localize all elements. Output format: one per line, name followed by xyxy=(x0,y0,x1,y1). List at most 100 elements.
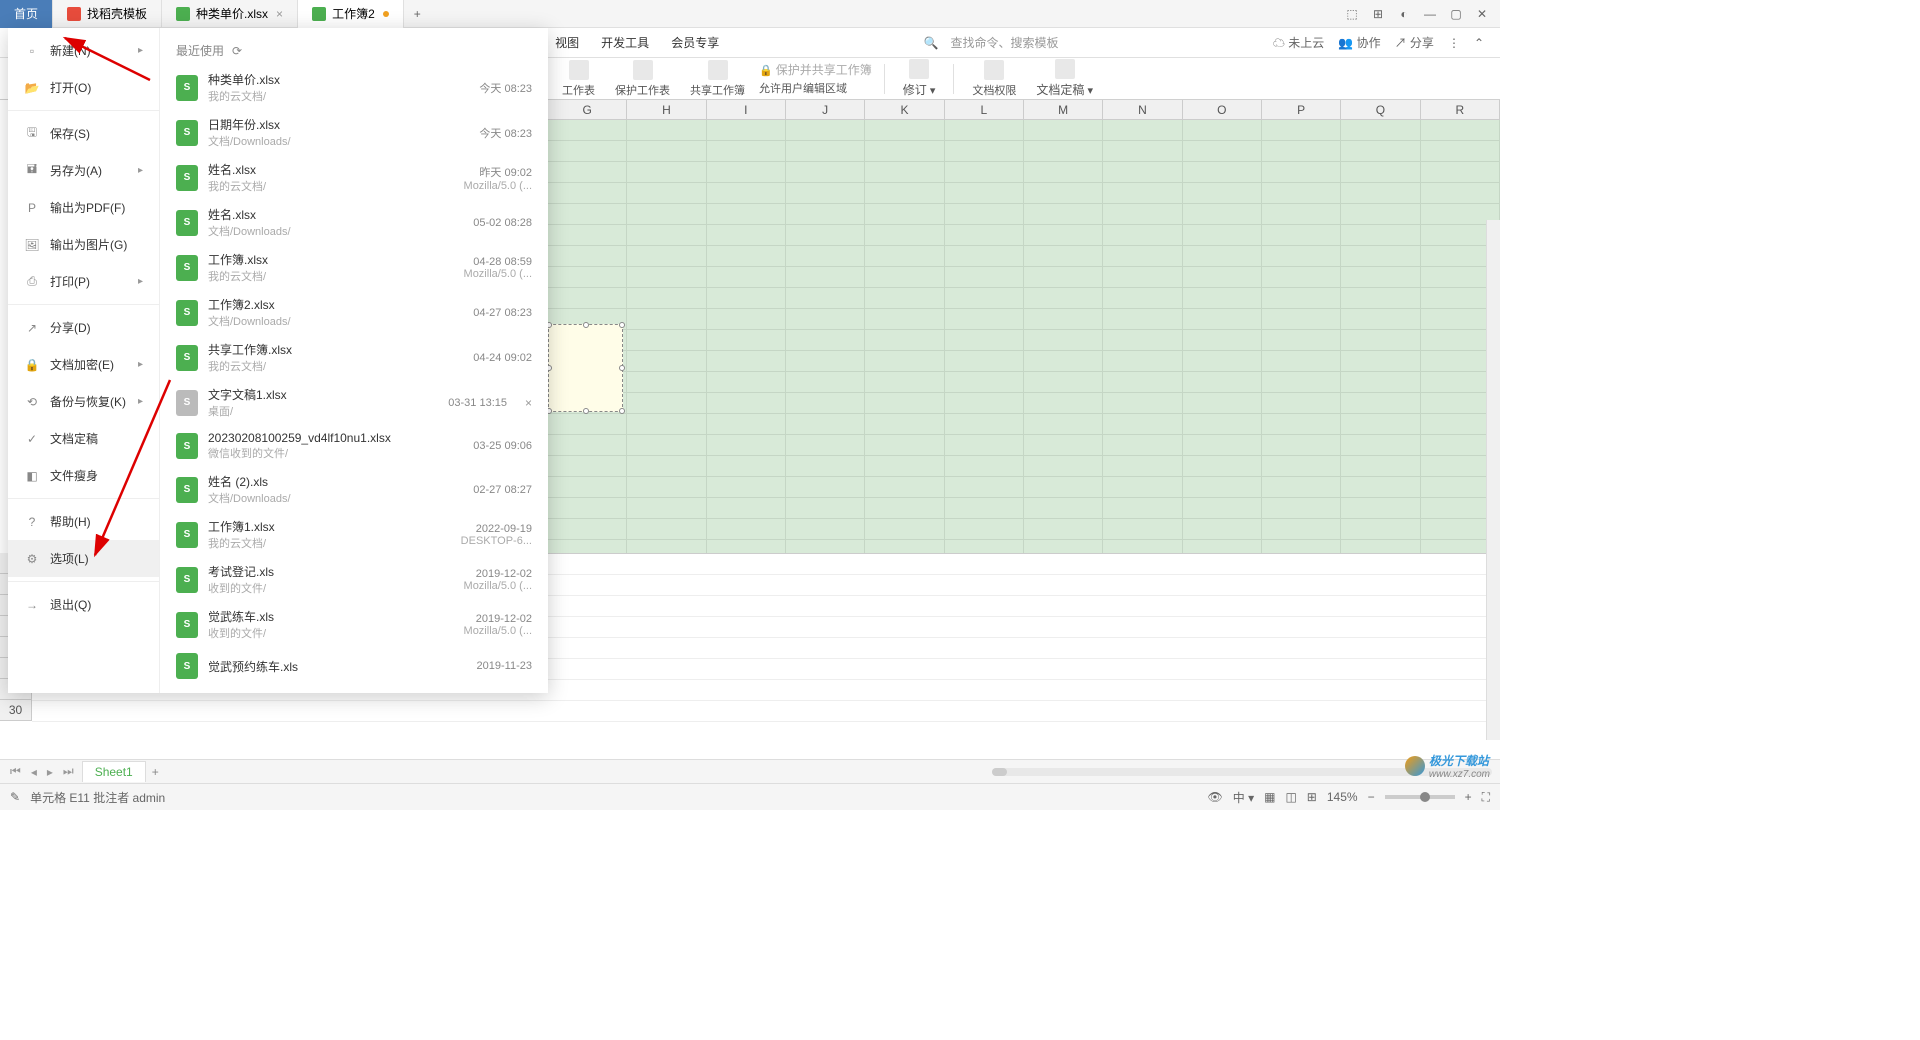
first-sheet-button[interactable]: ⏮ xyxy=(8,764,23,779)
apps-icon[interactable]: ⊞ xyxy=(1370,6,1386,22)
menu-exit[interactable]: →退出(Q) xyxy=(8,586,159,623)
recent-file-item[interactable]: S 姓名 (2).xls 文档/Downloads/ 02-27 08:27 xyxy=(172,467,536,512)
doc-status-icon[interactable]: ✎ xyxy=(10,790,20,804)
collapse-ribbon-icon[interactable]: ⌃ xyxy=(1474,36,1484,50)
remove-recent-icon[interactable]: × xyxy=(525,396,532,410)
maximize-button[interactable]: ▢ xyxy=(1448,6,1464,22)
recent-file-item[interactable]: S 觉武练车.xls 收到的文件/ 2019-12-02 Mozilla/5.0… xyxy=(172,602,536,647)
zoom-out-button[interactable]: − xyxy=(1368,790,1375,804)
menu-encrypt[interactable]: 🔒文档加密(E)▸ xyxy=(8,346,159,383)
column-headers: G H I J K L M N O P Q R xyxy=(548,100,1500,120)
tab-template[interactable]: 找稻壳模板 xyxy=(53,0,162,28)
menu-open[interactable]: 📂打开(O) xyxy=(8,69,159,106)
col-header[interactable]: H xyxy=(627,100,706,119)
recent-file-item[interactable]: S 姓名.xlsx 文档/Downloads/ 05-02 08:28 xyxy=(172,200,536,245)
recent-file-item[interactable]: S 20230208100259_vd4lf10nu1.xlsx 微信收到的文件… xyxy=(172,425,536,467)
search-placeholder[interactable]: 查找命令、搜索模板 xyxy=(951,34,1059,51)
next-sheet-button[interactable]: ▸ xyxy=(45,765,55,779)
menu-image[interactable]: 🖼输出为图片(G) xyxy=(8,226,159,263)
recent-file-item[interactable]: S 文字文稿1.xlsx 桌面/ 03-31 13:15 × xyxy=(172,380,536,425)
menu-slim[interactable]: ◧文件瘦身 xyxy=(8,457,159,494)
cloud-status[interactable]: ☁ 未上云 xyxy=(1273,34,1324,51)
menu-backup[interactable]: ⟲备份与恢复(K)▸ xyxy=(8,383,159,420)
ribbon-protect[interactable]: 保护工作表 xyxy=(609,60,676,98)
menu-options[interactable]: ⚙选项(L) xyxy=(8,540,159,577)
share-button[interactable]: ↗ 分享 xyxy=(1395,34,1434,51)
recent-file-item[interactable]: S 觉武预约练车.xls 2019-11-23 xyxy=(172,647,536,685)
zoom-level[interactable]: 145% xyxy=(1327,790,1358,804)
recent-file-path: 收到的文件/ xyxy=(208,580,454,596)
refresh-icon[interactable]: ⟳ xyxy=(232,44,242,58)
menu-final[interactable]: ✓文档定稿 xyxy=(8,420,159,457)
tab-member[interactable]: 会员专享 xyxy=(669,30,721,55)
prev-sheet-button[interactable]: ◂ xyxy=(29,765,39,779)
col-header[interactable]: J xyxy=(786,100,865,119)
col-header[interactable]: O xyxy=(1183,100,1262,119)
last-sheet-button[interactable]: ⏭ xyxy=(61,764,76,779)
ribbon-worksheet[interactable]: 工作表 xyxy=(556,60,601,98)
add-tab-button[interactable]: + xyxy=(404,7,431,21)
col-header[interactable]: Q xyxy=(1341,100,1420,119)
view-icon[interactable]: 👁 xyxy=(1208,790,1223,804)
tab-home[interactable]: 首页 xyxy=(0,0,53,28)
tab-doc1[interactable]: 种类单价.xlsx× xyxy=(162,0,298,28)
recent-header: 最近使用⟳ xyxy=(172,36,536,65)
row-header[interactable]: 30 xyxy=(0,700,32,721)
view-normal-icon[interactable]: ▦ xyxy=(1264,790,1275,804)
menu-share[interactable]: ↗分享(D) xyxy=(8,309,159,346)
recent-file-item[interactable]: S 工作簿1.xlsx 我的云文档/ 2022-09-19 DESKTOP-6.… xyxy=(172,512,536,557)
view-page-icon[interactable]: ◫ xyxy=(1285,790,1296,804)
badge-icon[interactable]: ⬚ xyxy=(1344,6,1360,22)
add-sheet-button[interactable]: + xyxy=(152,765,159,779)
col-header[interactable]: N xyxy=(1103,100,1182,119)
menu-pdf[interactable]: P输出为PDF(F) xyxy=(8,189,159,226)
col-header[interactable]: G xyxy=(548,100,627,119)
tab-dev[interactable]: 开发工具 xyxy=(599,30,651,55)
menu-print[interactable]: ⎙打印(P)▸ xyxy=(8,263,159,300)
recent-file-item[interactable]: S 工作簿.xlsx 我的云文档/ 04-28 08:59 Mozilla/5.… xyxy=(172,245,536,290)
col-header[interactable]: K xyxy=(865,100,944,119)
recent-file-item[interactable]: S 姓名.xlsx 我的云文档/ 昨天 09:02 Mozilla/5.0 (.… xyxy=(172,155,536,200)
tab-view[interactable]: 视图 xyxy=(553,30,581,55)
recent-file-item[interactable]: S 种类单价.xlsx 我的云文档/ 今天 08:23 xyxy=(172,65,536,110)
comment-shape[interactable] xyxy=(548,324,623,412)
more-icon[interactable]: ⋮ xyxy=(1448,36,1460,50)
zoom-in-button[interactable]: + xyxy=(1465,790,1472,804)
col-header[interactable]: M xyxy=(1024,100,1103,119)
scrollbar-vertical[interactable] xyxy=(1486,220,1500,740)
cell-info: 单元格 E11 批注者 admin xyxy=(30,789,165,806)
search-icon[interactable]: 🔍 xyxy=(924,36,939,50)
menu-save[interactable]: 🖫保存(S) xyxy=(8,115,159,152)
skin-icon[interactable]: ◐ xyxy=(1396,6,1412,22)
fullscreen-icon[interactable]: ⛶ xyxy=(1482,790,1490,805)
exit-icon: → xyxy=(24,597,40,613)
close-icon[interactable]: × xyxy=(276,7,283,21)
view-break-icon[interactable]: ⊞ xyxy=(1307,790,1317,804)
minimize-button[interactable]: — xyxy=(1422,6,1438,22)
col-header[interactable]: L xyxy=(945,100,1024,119)
recent-file-item[interactable]: S 考试登记.xls 收到的文件/ 2019-12-02 Mozilla/5.0… xyxy=(172,557,536,602)
zoom-slider[interactable] xyxy=(1385,795,1455,799)
ribbon-protect-share[interactable]: 🔒 保护并共享工作簿 xyxy=(759,61,872,78)
recent-file-path: 收到的文件/ xyxy=(208,625,454,641)
recent-file-item[interactable]: S 日期年份.xlsx 文档/Downloads/ 今天 08:23 xyxy=(172,110,536,155)
sheet-tab-1[interactable]: Sheet1 xyxy=(82,761,146,782)
menu-help[interactable]: ?帮助(H) xyxy=(8,503,159,540)
tab-doc2[interactable]: 工作簿2 xyxy=(298,0,404,28)
coop-button[interactable]: 👥 协作 xyxy=(1338,34,1380,51)
ribbon-final[interactable]: 文档定稿 ▾ xyxy=(1030,59,1099,98)
col-header[interactable]: I xyxy=(707,100,786,119)
menu-new[interactable]: ▫新建(N)▸ xyxy=(8,32,159,69)
col-header[interactable]: R xyxy=(1421,100,1500,119)
ribbon-share-book[interactable]: 共享工作簿 xyxy=(684,60,751,98)
ribbon-permission[interactable]: 文档权限 xyxy=(966,60,1022,98)
ribbon-allow-edit[interactable]: 允许用户编辑区域 xyxy=(759,80,872,96)
file-type-icon: S xyxy=(176,612,198,638)
recent-file-item[interactable]: S 工作簿2.xlsx 文档/Downloads/ 04-27 08:23 xyxy=(172,290,536,335)
menu-saveas[interactable]: 🖬另存为(A)▸ xyxy=(8,152,159,189)
recent-file-item[interactable]: S 共享工作簿.xlsx 我的云文档/ 04-24 09:02 xyxy=(172,335,536,380)
col-header[interactable]: P xyxy=(1262,100,1341,119)
close-button[interactable]: ✕ xyxy=(1474,6,1490,22)
ime-indicator[interactable]: 中 ▾ xyxy=(1233,789,1254,806)
ribbon-revision[interactable]: 修订 ▾ xyxy=(897,59,942,98)
